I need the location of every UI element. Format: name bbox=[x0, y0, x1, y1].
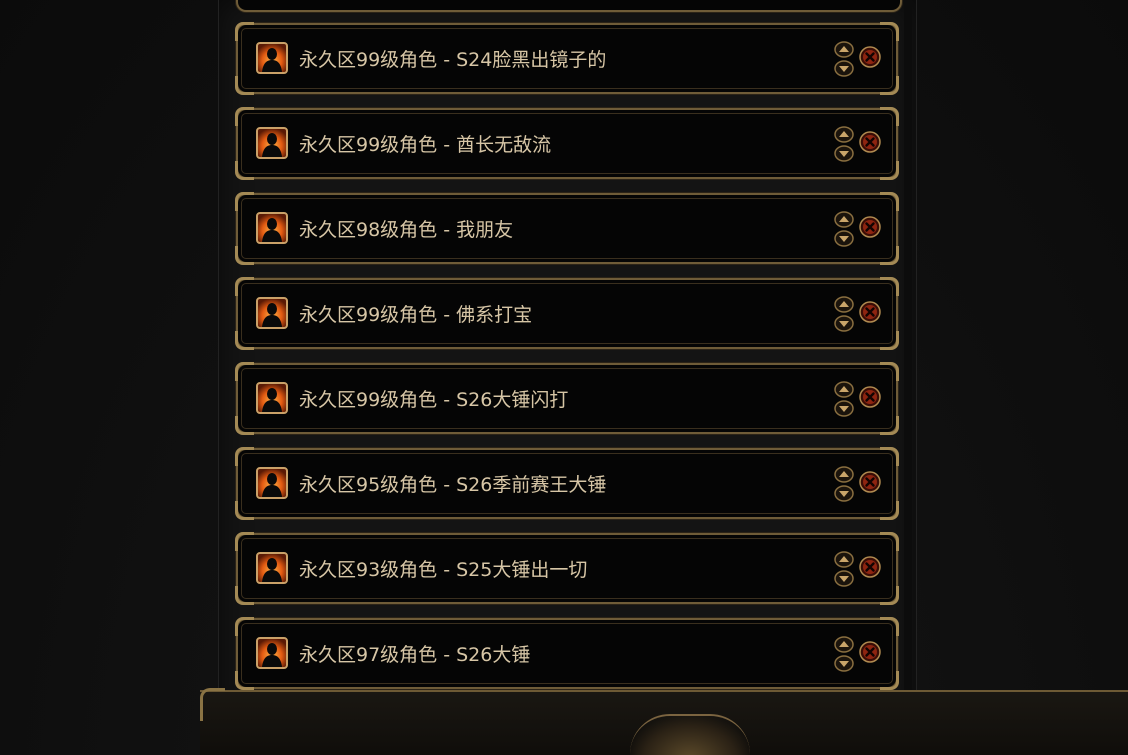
reorder-controls bbox=[834, 211, 854, 247]
character-label: 永久区99级角色 - S26大锤闪打 bbox=[299, 389, 569, 411]
row-corner-ornament bbox=[880, 246, 899, 265]
character-label: 永久区97级角色 - S26大锤 bbox=[299, 644, 531, 666]
row-corner-ornament bbox=[880, 416, 899, 435]
arrow-down-icon[interactable] bbox=[834, 485, 854, 502]
character-label: 永久区93级角色 - S25大锤出一切 bbox=[299, 559, 588, 581]
character-portrait-icon bbox=[256, 127, 288, 159]
reorder-controls bbox=[834, 466, 854, 502]
character-row[interactable]: 永久区99级角色 - 佛系打宝 bbox=[235, 277, 899, 350]
row-corner-ornament bbox=[235, 22, 254, 41]
row-corner-ornament bbox=[235, 362, 254, 381]
character-portrait-icon bbox=[256, 467, 288, 499]
row-corner-ornament bbox=[880, 277, 899, 296]
arrow-up-icon[interactable] bbox=[834, 296, 854, 313]
character-label: 永久区99级角色 - S24脸黑出镜子的 bbox=[299, 49, 607, 71]
row-corner-ornament bbox=[880, 22, 899, 41]
row-corner-ornament bbox=[235, 532, 254, 551]
reorder-controls bbox=[834, 381, 854, 417]
arrow-down-icon[interactable] bbox=[834, 570, 854, 587]
row-corner-ornament bbox=[235, 671, 254, 690]
arrow-up-icon[interactable] bbox=[834, 211, 854, 228]
reorder-controls bbox=[834, 296, 854, 332]
app-window: 永久区99级角色 - S24脸黑出镜子的 永久区99级角色 - 酋长无敌流 永久… bbox=[0, 0, 1128, 755]
arrow-down-icon[interactable] bbox=[834, 60, 854, 77]
arrow-up-icon[interactable] bbox=[834, 381, 854, 398]
row-corner-ornament bbox=[880, 107, 899, 126]
close-circle-icon[interactable] bbox=[859, 556, 881, 578]
arrow-up-icon[interactable] bbox=[834, 466, 854, 483]
character-portrait-icon bbox=[256, 42, 288, 74]
list-item-partial bbox=[236, 0, 902, 12]
row-corner-ornament bbox=[235, 586, 254, 605]
character-portrait-icon bbox=[256, 637, 288, 669]
row-corner-ornament bbox=[235, 107, 254, 126]
close-circle-icon[interactable] bbox=[859, 386, 881, 408]
character-portrait-icon bbox=[256, 297, 288, 329]
row-corner-ornament bbox=[235, 192, 254, 211]
close-circle-icon[interactable] bbox=[859, 641, 881, 663]
reorder-controls bbox=[834, 636, 854, 672]
reorder-controls bbox=[834, 41, 854, 77]
arrow-up-icon[interactable] bbox=[834, 551, 854, 568]
character-row[interactable]: 永久区99级角色 - S24脸黑出镜子的 bbox=[235, 22, 899, 95]
row-corner-ornament bbox=[880, 617, 899, 636]
arrow-up-icon[interactable] bbox=[834, 126, 854, 143]
row-corner-ornament bbox=[880, 501, 899, 520]
character-row[interactable]: 永久区95级角色 - S26季前赛王大锤 bbox=[235, 447, 899, 520]
row-corner-ornament bbox=[880, 532, 899, 551]
row-corner-ornament bbox=[880, 447, 899, 466]
close-circle-icon[interactable] bbox=[859, 131, 881, 153]
character-row[interactable]: 永久区99级角色 - S26大锤闪打 bbox=[235, 362, 899, 435]
row-corner-ornament bbox=[235, 501, 254, 520]
row-corner-ornament bbox=[880, 362, 899, 381]
character-portrait-icon bbox=[256, 212, 288, 244]
row-corner-ornament bbox=[235, 76, 254, 95]
row-corner-ornament bbox=[880, 586, 899, 605]
frame-corner-ornament bbox=[200, 688, 225, 721]
arrow-up-icon[interactable] bbox=[834, 636, 854, 653]
character-label: 永久区98级角色 - 我朋友 bbox=[299, 219, 514, 241]
row-corner-ornament bbox=[880, 671, 899, 690]
row-corner-ornament bbox=[235, 416, 254, 435]
character-row[interactable]: 永久区97级角色 - S26大锤 bbox=[235, 617, 899, 690]
arrow-up-icon[interactable] bbox=[834, 41, 854, 58]
character-row[interactable]: 永久区93级角色 - S25大锤出一切 bbox=[235, 532, 899, 605]
close-circle-icon[interactable] bbox=[859, 216, 881, 238]
arrow-down-icon[interactable] bbox=[834, 230, 854, 247]
row-corner-ornament bbox=[880, 76, 899, 95]
reorder-controls bbox=[834, 551, 854, 587]
character-row[interactable]: 永久区98级角色 - 我朋友 bbox=[235, 192, 899, 265]
arrow-down-icon[interactable] bbox=[834, 655, 854, 672]
row-corner-ornament bbox=[880, 192, 899, 211]
row-corner-ornament bbox=[880, 331, 899, 350]
row-corner-ornament bbox=[235, 246, 254, 265]
arrow-down-icon[interactable] bbox=[834, 315, 854, 332]
character-row[interactable]: 永久区99级角色 - 酋长无敌流 bbox=[235, 107, 899, 180]
close-circle-icon[interactable] bbox=[859, 471, 881, 493]
close-circle-icon[interactable] bbox=[859, 301, 881, 323]
arrow-down-icon[interactable] bbox=[834, 400, 854, 417]
scrollbar[interactable] bbox=[904, 0, 912, 715]
row-corner-ornament bbox=[235, 447, 254, 466]
row-corner-ornament bbox=[880, 161, 899, 180]
close-circle-icon[interactable] bbox=[859, 46, 881, 68]
character-portrait-icon bbox=[256, 382, 288, 414]
row-corner-ornament bbox=[235, 277, 254, 296]
bottom-frame bbox=[200, 688, 1128, 755]
character-portrait-icon bbox=[256, 552, 288, 584]
reorder-controls bbox=[834, 126, 854, 162]
row-corner-ornament bbox=[235, 617, 254, 636]
character-label: 永久区95级角色 - S26季前赛王大锤 bbox=[299, 474, 607, 496]
frame-center-ornament bbox=[630, 714, 750, 755]
row-corner-ornament bbox=[235, 331, 254, 350]
character-label: 永久区99级角色 - 酋长无敌流 bbox=[299, 134, 552, 156]
row-corner-ornament bbox=[235, 161, 254, 180]
arrow-down-icon[interactable] bbox=[834, 145, 854, 162]
character-label: 永久区99级角色 - 佛系打宝 bbox=[299, 304, 533, 326]
